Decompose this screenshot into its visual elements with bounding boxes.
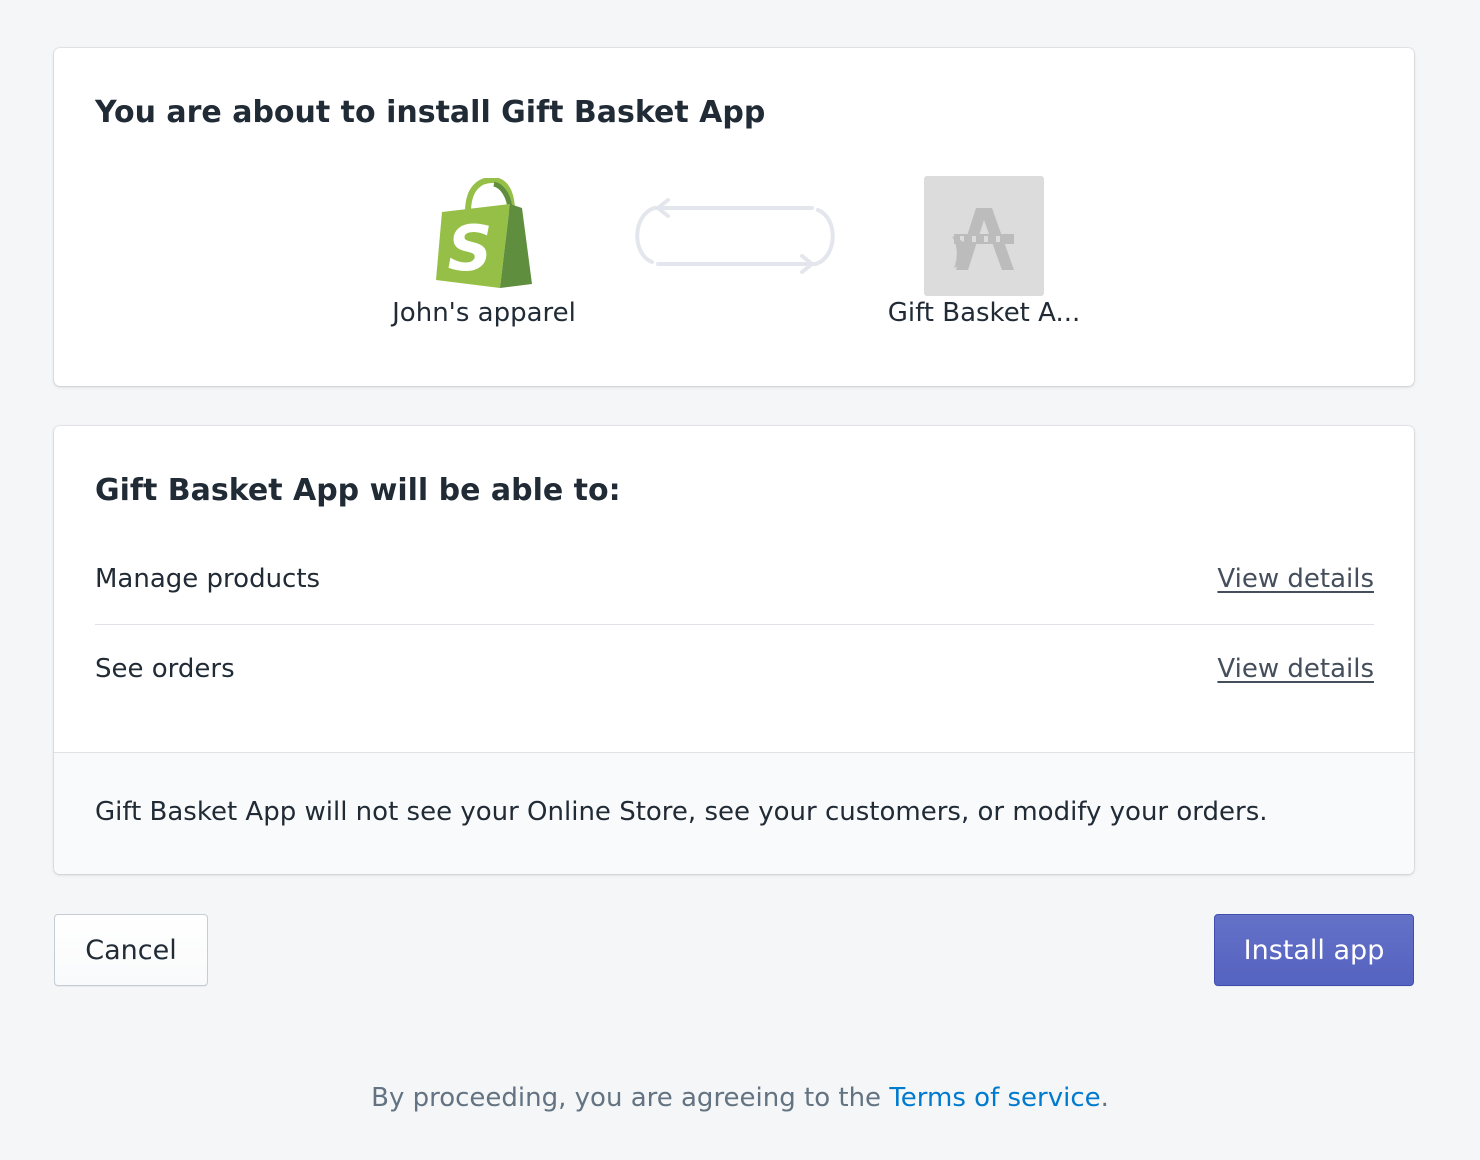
view-details-link[interactable]: View details [1217,562,1374,596]
install-app-button[interactable]: Install app [1214,914,1414,986]
app-placeholder-icon [924,176,1044,296]
permissions-note: Gift Basket App will not see your Online… [95,797,1268,827]
permission-label: Manage products [95,564,321,594]
terms-notice: By proceeding, you are agreeing to the T… [0,1080,1480,1116]
terms-suffix: . [1100,1083,1109,1113]
permission-label: See orders [95,654,235,684]
svg-text:S: S [448,212,493,285]
permissions-card: Gift Basket App will be able to: Manage … [54,426,1414,874]
terms-prefix: By proceeding, you are agreeing to the [371,1083,890,1113]
app-name: Gift Basket A... [887,298,1081,328]
install-summary-card: You are about to install Gift Basket App… [54,48,1414,386]
install-title: You are about to install Gift Basket App [95,95,766,130]
terms-of-service-link[interactable]: Terms of service [889,1083,1100,1113]
cancel-button[interactable]: Cancel [54,914,208,986]
view-details-link[interactable]: View details [1217,652,1374,686]
store-name: John's apparel [392,298,576,328]
permission-row: Manage products View details [95,534,1374,625]
permissions-footer: Gift Basket App will not see your Online… [54,752,1414,874]
permission-row: See orders View details [95,624,1374,714]
sync-arrows-icon [635,198,835,274]
permissions-title: Gift Basket App will be able to: [95,473,621,508]
shopify-bag-icon: S [436,178,532,288]
